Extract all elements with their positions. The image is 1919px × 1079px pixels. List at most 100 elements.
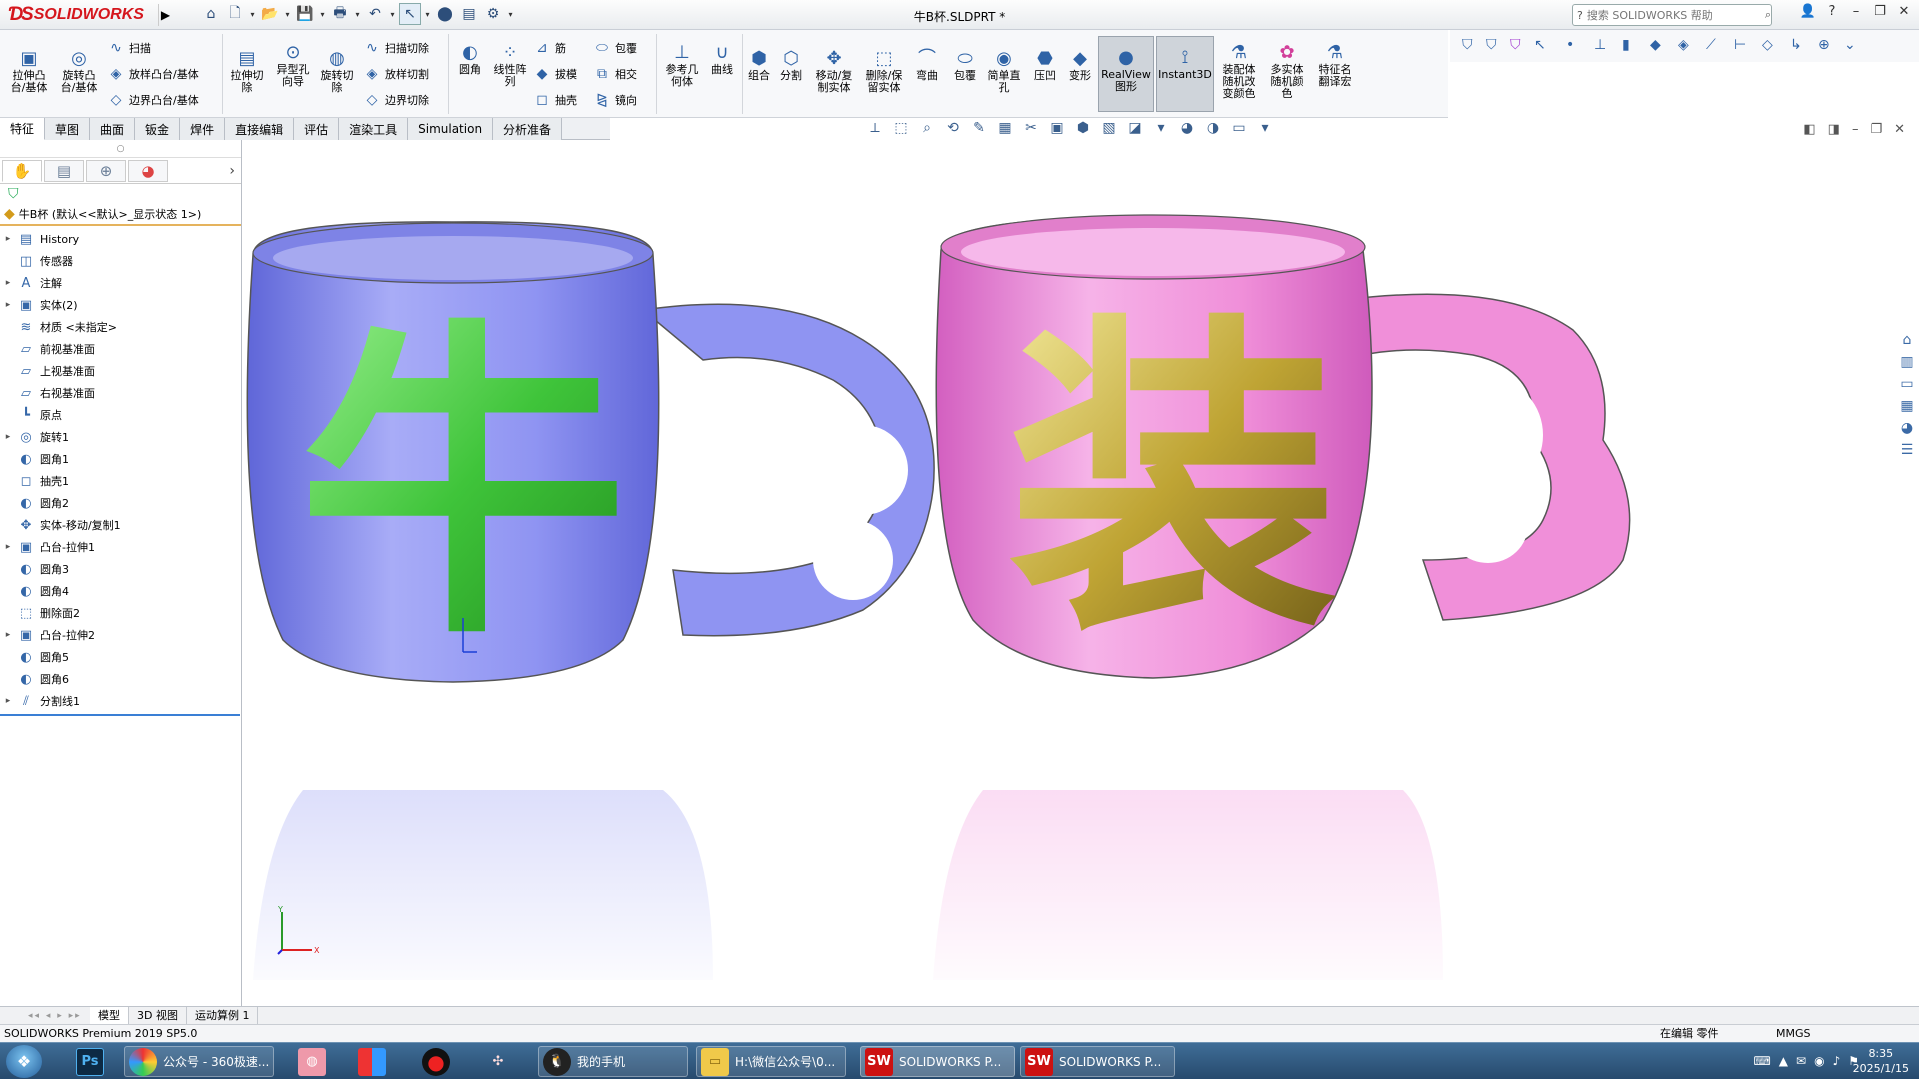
tile-left-icon[interactable]: ◧: [1803, 122, 1815, 137]
filter-toggle-icon[interactable]: ⛉: [1510, 37, 1521, 53]
appearances-icon[interactable]: ◕: [1901, 420, 1913, 436]
panel-expand-arrow[interactable]: ›: [229, 163, 241, 179]
feature-manager-tab[interactable]: ✋: [2, 159, 42, 182]
select-icon[interactable]: ↖: [1534, 37, 1546, 53]
property-manager-tab[interactable]: ▤: [44, 159, 84, 182]
extrude-cut-button[interactable]: ▤ 拉伸切 除: [226, 48, 268, 94]
feature-name-macro-button[interactable]: ⚗ 特征名 翻译宏: [1312, 42, 1358, 88]
user-icon[interactable]: 👤: [1799, 4, 1817, 19]
tree-item[interactable]: ▱ 右视基准面: [0, 382, 241, 404]
help-menu-icon[interactable]: ?: [1823, 4, 1841, 19]
close-icon[interactable]: ✕: [1894, 122, 1905, 137]
custom-properties-icon[interactable]: ☰: [1901, 442, 1914, 458]
system-clock[interactable]: 8:35 2025/1/15: [1853, 1046, 1909, 1076]
taskbar-browser[interactable]: 公众号 - 360极速...: [124, 1046, 274, 1077]
chevron-down-icon[interactable]: ⌄: [1844, 37, 1856, 53]
tab-sheet-metal[interactable]: 钣金: [135, 118, 181, 140]
lofted-cut-button[interactable]: ◈ 放样切割: [364, 66, 429, 82]
view-orientation-icon[interactable]: ⟂: [865, 120, 885, 136]
expand-arrow-icon[interactable]: ▸: [0, 300, 16, 310]
tree-item[interactable]: ◐ 圆角6: [0, 668, 241, 690]
curves-button[interactable]: ∪ 曲线: [706, 42, 738, 76]
tab-direct-editing[interactable]: 直接编辑: [225, 118, 295, 140]
tree-item[interactable]: ▸ ▣ 实体(2): [0, 294, 241, 316]
expand-arrow-icon[interactable]: ▸: [0, 278, 16, 288]
design-library-icon[interactable]: ▥: [1900, 354, 1913, 370]
file-explorer-icon[interactable]: ▭: [1900, 376, 1913, 392]
section-view-icon[interactable]: ✎: [969, 120, 989, 136]
tab-model[interactable]: 模型: [90, 1007, 129, 1024]
zoom-area-icon[interactable]: ⌕: [917, 120, 937, 136]
tree-item[interactable]: ✥ 实体-移动/复制1: [0, 514, 241, 536]
pink-mug[interactable]: 装: [935, 214, 1631, 679]
taskbar-solidworks-2[interactable]: SW SOLIDWORKS P...: [1020, 1046, 1175, 1077]
boundary-cut-button[interactable]: ◇ 边界切除: [364, 92, 429, 108]
graphics-area[interactable]: 牛 装 ⌂ ▥ ▭ ▦ ◕ ☰: [243, 140, 1919, 1006]
simple-hole-button[interactable]: ◉ 简单直 孔: [984, 48, 1024, 94]
tree-item[interactable]: ◐ 圆角4: [0, 580, 241, 602]
appearance-icon[interactable]: ◕: [1177, 120, 1197, 136]
configuration-manager-tab[interactable]: ⊕: [86, 159, 126, 182]
dynamic-annotation-icon[interactable]: ▦: [995, 120, 1015, 136]
zoom-fit-icon[interactable]: ⬚: [891, 120, 911, 136]
taskbar-folder[interactable]: ▭ H:\微信公众号\0...: [696, 1046, 846, 1077]
search-icon[interactable]: ⌕: [1765, 8, 1771, 22]
tree-item[interactable]: ◐ 圆角5: [0, 646, 241, 668]
restore-icon[interactable]: ❐: [1871, 4, 1889, 19]
expand-arrow-icon[interactable]: ▸: [0, 630, 16, 640]
resources-icon[interactable]: ⌂: [1903, 332, 1912, 348]
taskbar-fan[interactable]: ✣: [480, 1046, 514, 1077]
intersect-button[interactable]: ⧉ 相交: [594, 66, 637, 82]
tree-item[interactable]: ▸ ▣ 凸台-拉伸2: [0, 624, 241, 646]
display-style-icon[interactable]: ✂: [1021, 120, 1041, 136]
hole-wizard-button[interactable]: ⊙ 异型孔 向导: [272, 42, 314, 88]
taskbar-photoshop[interactable]: Ps: [72, 1046, 106, 1077]
tree-item[interactable]: ▱ 前视基准面: [0, 338, 241, 360]
revolve-cut-button[interactable]: ◍ 旋转切 除: [316, 48, 358, 94]
minimize-icon[interactable]: –: [1847, 4, 1865, 19]
indent-button[interactable]: ⬣ 压凹: [1028, 48, 1062, 82]
minimize-icon[interactable]: –: [1852, 122, 1859, 137]
taskbar-qq[interactable]: 🐧 我的手机: [538, 1046, 688, 1077]
combine-button[interactable]: ⬢ 组合: [744, 48, 774, 82]
units-selector[interactable]: MMGS: [1776, 1025, 1811, 1042]
wrap-feature-button[interactable]: ⬭ 包覆: [950, 48, 980, 82]
tree-item[interactable]: ▸ A 注解: [0, 272, 241, 294]
flex-button[interactable]: ⌒ 弯曲: [912, 48, 942, 82]
tree-filter-icon[interactable]: ⛉: [0, 184, 241, 204]
realview-button[interactable]: ● RealView 图形: [1098, 36, 1154, 112]
expand-arrow-icon[interactable]: ▸: [0, 432, 16, 442]
tab-nav-arrows[interactable]: ◂◂ ◂ ▸ ▸▸: [0, 1011, 90, 1021]
tree-item[interactable]: ▸ ▣ 凸台-拉伸1: [0, 536, 241, 558]
vertex-icon[interactable]: •: [1566, 37, 1574, 53]
tree-item[interactable]: ◐ 圆角1: [0, 448, 241, 470]
delete-keep-body-button[interactable]: ⬚ 删除/保 留实体: [862, 48, 906, 94]
tree-item[interactable]: ◻ 抽壳1: [0, 470, 241, 492]
boundary-boss-button[interactable]: ◇ 边界凸台/基体: [108, 92, 199, 108]
cube-view-icon[interactable]: ◪: [1125, 120, 1145, 136]
hide-show-icon[interactable]: ▣: [1047, 120, 1067, 136]
chevron-down-icon[interactable]: ▾: [1255, 120, 1275, 136]
multibody-random-color-button[interactable]: ✿ 多实体 随机颜 色: [1264, 42, 1310, 100]
wechat-icon[interactable]: ✉: [1796, 1054, 1806, 1068]
edge-icon[interactable]: ⊥: [1594, 37, 1606, 53]
linear-pattern-button[interactable]: ⁘ 线性阵 列: [490, 42, 530, 88]
tab-surfaces[interactable]: 曲面: [90, 118, 136, 140]
tree-item[interactable]: ┗ 原点: [0, 404, 241, 426]
tree-item[interactable]: ⬚ 删除面2: [0, 602, 241, 624]
move-copy-body-button[interactable]: ✥ 移动/复 制实体: [812, 48, 856, 94]
axis-icon[interactable]: ↳: [1790, 37, 1802, 53]
view-palette-icon[interactable]: ▦: [1900, 398, 1913, 414]
reference-geometry-button[interactable]: ⊥ 参考几 何体: [660, 42, 704, 88]
deform-button[interactable]: ◆ 变形: [1064, 48, 1096, 82]
assembly-random-color-button[interactable]: ⚗ 装配体 随机改 变颜色: [1216, 42, 1262, 100]
sketch-icon[interactable]: ⟋: [1706, 37, 1716, 53]
extrude-boss-button[interactable]: ▣ 拉伸凸 台/基体: [8, 48, 50, 94]
shell-button[interactable]: ◻ 抽壳: [534, 92, 577, 108]
dimension-icon[interactable]: ⊢: [1734, 37, 1746, 53]
close-icon[interactable]: ✕: [1895, 4, 1913, 19]
panel-grip[interactable]: ○: [0, 140, 241, 158]
draft-button[interactable]: ◆ 拔模: [534, 66, 577, 82]
tab-render-tools[interactable]: 渲染工具: [339, 118, 409, 140]
chevron-down-icon[interactable]: ▾: [1151, 120, 1171, 136]
